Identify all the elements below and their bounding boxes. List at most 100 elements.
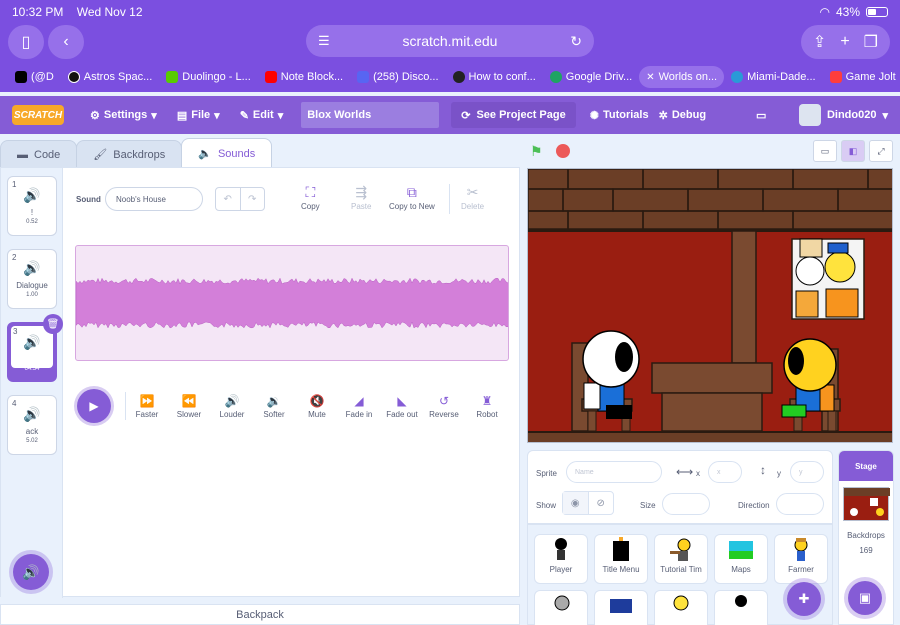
browser-tab[interactable]: (@D	[8, 66, 61, 88]
link-icon: ⟳	[461, 109, 471, 122]
browser-tab[interactable]: How to conf...	[446, 66, 543, 88]
waveform[interactable]	[75, 245, 509, 361]
browser-tab[interactable]: Miami-Dade...	[724, 66, 822, 88]
play-button[interactable]: ▶	[77, 389, 111, 423]
tab-favicon-icon	[264, 71, 277, 83]
address-bar[interactable]: ☰ scratch.mit.edu ↻	[306, 25, 594, 57]
size-input[interactable]	[662, 493, 710, 515]
normal-stage-icon: ◧	[848, 145, 858, 156]
stop-icon[interactable]	[556, 144, 570, 158]
undo-button[interactable]: ↶	[216, 188, 241, 210]
direction-label: Direction	[738, 501, 770, 510]
add-sprite-button[interactable]: ✚	[787, 582, 821, 616]
effect-softer-button[interactable]: 🔉 Softer	[252, 394, 296, 419]
show-toggle: ◉ ⊘	[562, 491, 614, 515]
delete-sound-button[interactable]: 🗑	[43, 314, 63, 334]
add-sound-button[interactable]: 🔊	[13, 554, 49, 590]
small-stage-button[interactable]: ▭	[813, 140, 837, 162]
browser-tab[interactable]: Astros Spac...	[61, 66, 159, 88]
browser-chrome: 10:32 PM Wed Nov 12 ◠ 43% ▯ ‹ ☰ scratch.…	[0, 0, 900, 92]
fade-in-icon: ◢	[354, 394, 364, 408]
brush-icon: 🖌	[93, 149, 108, 161]
sprite-item[interactable]	[594, 590, 648, 625]
effect-slower-button[interactable]: ⏪ Slower	[167, 394, 211, 419]
see-project-page-button[interactable]: ⟳ See Project Page	[451, 102, 576, 128]
x-input[interactable]: x	[708, 461, 742, 483]
effect-louder-button[interactable]: 🔊 Louder	[210, 394, 254, 419]
sprite-item[interactable]: Player	[534, 534, 588, 584]
sprite-thumbnail	[655, 535, 707, 565]
project-title-input[interactable]: Blox Worlds	[301, 102, 440, 128]
sound-item[interactable]: 4 🔊 ack 5.02	[7, 395, 57, 455]
sprite-thumbnail	[715, 535, 767, 565]
add-backdrop-button[interactable]: ▣	[848, 581, 882, 615]
sprite-thumbnail	[715, 591, 767, 621]
show-button[interactable]: ◉	[563, 492, 589, 514]
direction-input[interactable]	[776, 493, 824, 515]
copy-button[interactable]: ⛶ Copy	[301, 184, 320, 211]
browser-tab-active[interactable]: ✕ Worlds on...	[639, 66, 725, 88]
hide-button[interactable]: ⊘	[589, 492, 614, 514]
normal-stage-button[interactable]: ◧	[841, 140, 865, 162]
redo-button[interactable]: ↷	[241, 188, 265, 210]
debug-button[interactable]: ✲ Debug	[659, 96, 716, 134]
new-tab-icon[interactable]: +	[840, 33, 849, 51]
tab-favicon-icon	[15, 71, 27, 83]
trash-icon: 🗑	[46, 318, 60, 330]
sprite-item[interactable]	[534, 590, 588, 625]
settings-menu[interactable]: ⚙ Settings ▾	[80, 96, 167, 134]
fullscreen-button[interactable]: ⤢	[869, 140, 893, 162]
backpack[interactable]: Backpack	[0, 604, 520, 625]
sprite-item[interactable]: Title Menu	[594, 534, 648, 584]
back-button[interactable]: ‹	[48, 25, 84, 59]
tab-code[interactable]: ▬ Code	[0, 140, 78, 168]
scratch-logo[interactable]: SCRATCH	[12, 105, 64, 125]
reload-icon[interactable]: ↻	[570, 33, 582, 50]
effect-reverse-button[interactable]: ↺ Reverse	[422, 394, 466, 419]
fade-out-icon: ◣	[397, 394, 407, 408]
paste-button[interactable]: ⇶ Paste	[351, 184, 371, 211]
tutorials-button[interactable]: ✺ Tutorials	[580, 96, 659, 134]
y-input[interactable]: y	[790, 461, 824, 483]
browser-tab[interactable]: Google Driv...	[543, 66, 639, 88]
share-icon[interactable]: ⇪	[813, 32, 826, 52]
sound-name-input[interactable]: Noob's House	[105, 187, 203, 211]
delete-button[interactable]: ✂ Delete	[461, 184, 484, 211]
sound-item[interactable]: 1 🔊 ! 0.52	[7, 176, 57, 236]
wifi-icon: ◠	[819, 5, 830, 19]
sidebar-icon: ▯	[21, 34, 31, 51]
effect-fade-in-button[interactable]: ◢ Fade in	[337, 394, 381, 419]
cat-plus-icon: ✚	[798, 591, 810, 606]
browser-tab[interactable]: Note Block...	[258, 66, 350, 88]
sprite-item[interactable]: Maps	[714, 534, 768, 584]
sound-item[interactable]: 2 🔊 Dialogue 1.00	[7, 249, 57, 309]
my-stuff-button[interactable]: ▭	[746, 96, 776, 134]
effect-fade-out-button[interactable]: ◣ Fade out	[380, 394, 424, 419]
effect-robot-button[interactable]: ♜ Robot	[465, 394, 509, 419]
sprite-name-input[interactable]: Name	[566, 461, 662, 483]
browser-tab[interactable]: Duolingo - L...	[159, 66, 257, 88]
sound-item-selected[interactable]: 3 🔊 Noob's H... 64.34 🗑	[7, 314, 63, 382]
close-icon[interactable]: ✕	[646, 72, 654, 83]
tab-backdrops[interactable]: 🖌 Backdrops	[76, 140, 183, 168]
effect-faster-button[interactable]: ⏩ Faster	[125, 394, 169, 419]
effect-mute-button[interactable]: 🔇 Mute	[295, 394, 339, 419]
sidebar-toggle-button[interactable]: ▯	[8, 25, 44, 59]
faster-icon: ⏩	[139, 394, 155, 408]
browser-tab[interactable]: Game Jolt	[823, 66, 900, 88]
tab-sounds[interactable]: 🔈 Sounds	[181, 138, 273, 168]
sprite-thumbnail	[595, 591, 647, 621]
user-menu[interactable]: Dindo020 ▾	[798, 104, 888, 126]
sprite-item[interactable]	[654, 590, 708, 625]
copy-to-new-button[interactable]: ⧉ Copy to New	[389, 184, 435, 211]
tabs-overview-icon[interactable]: ❐	[864, 32, 878, 52]
browser-tab[interactable]: (258) Disco...	[350, 66, 445, 88]
sprite-item[interactable]: Tutorial Tim	[654, 534, 708, 584]
sprite-item[interactable]	[714, 590, 768, 625]
green-flag-icon[interactable]: ⚑	[530, 143, 543, 160]
sprite-list: Player Title Menu Tutorial Tim Maps Farm…	[527, 524, 833, 625]
stage[interactable]	[527, 168, 893, 443]
file-menu[interactable]: ▤ File ▾	[167, 96, 230, 134]
edit-menu[interactable]: ✎ Edit ▾	[230, 96, 294, 134]
sprite-item[interactable]: Farmer	[774, 534, 828, 584]
